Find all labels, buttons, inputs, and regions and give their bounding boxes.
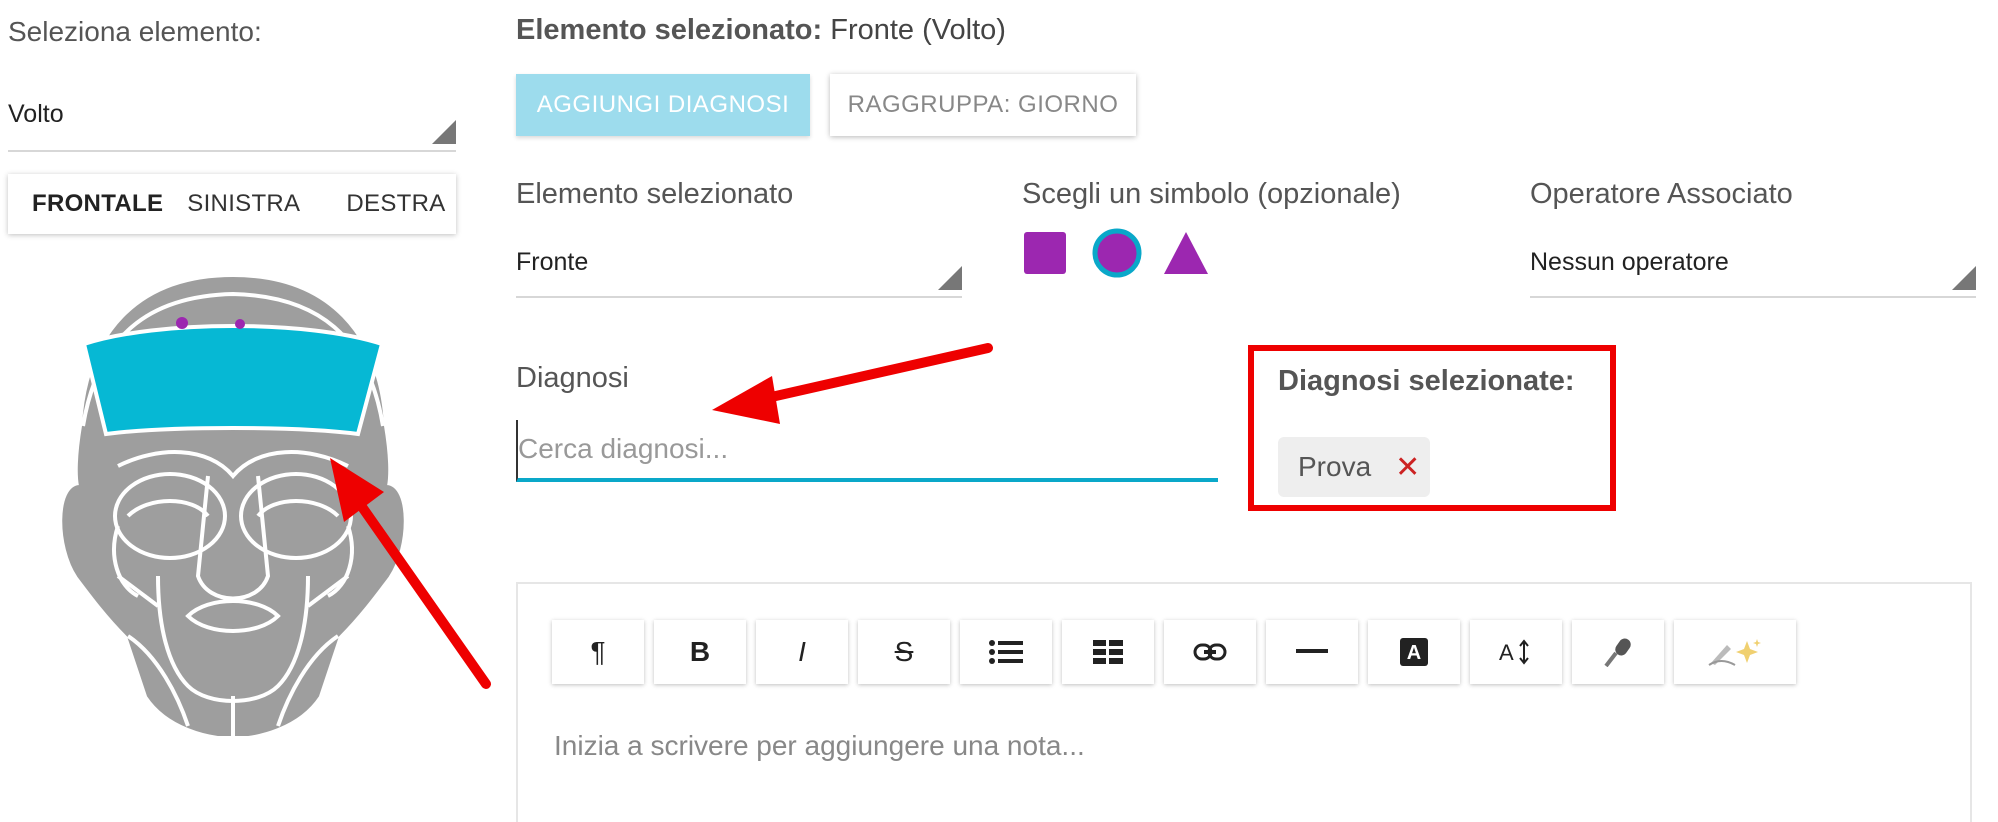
remove-chip-icon[interactable]: ✕ [1395,450,1420,485]
font-color-button[interactable]: A [1368,620,1460,684]
link-icon [1193,643,1227,661]
element-select-value: Volto [8,100,64,128]
view-tabs: FRONTALE SINISTRA DESTRA [8,174,456,234]
square-symbol-icon[interactable] [1022,230,1068,276]
font-color-icon: A [1400,638,1428,666]
arrow-head-search [712,376,780,424]
element-field-label: Elemento selezionato [516,178,794,210]
symbol-label: Scegli un simbolo (opzionale) [1022,178,1401,210]
paragraph-button[interactable]: ¶ [552,620,644,684]
selected-diagnoses-panel: Diagnosi selezionate: Prova ✕ [1248,345,1616,511]
svg-text:A: A [1407,642,1421,664]
operator-select[interactable]: Nessun operatore [1530,248,1976,298]
selected-element-header: Elemento selezionato: Fronte (Volto) [516,14,1006,47]
forehead-marker [176,317,188,329]
horizontal-rule-button[interactable] [1266,620,1358,684]
element-field-select[interactable]: Fronte [516,248,962,298]
note-placeholder[interactable]: Inizia a scrivere per aggiungere una not… [554,730,1085,762]
dropdown-arrow-icon [432,120,456,144]
note-editor: ¶ B I S A A Inizia a scrivere per aggiun… [516,582,1972,822]
bulleted-list-button[interactable] [960,620,1052,684]
add-diagnosis-button[interactable]: AGGIUNGI DIAGNOSI [516,74,810,136]
circle-symbol-icon[interactable] [1092,228,1142,278]
italic-icon: I [798,636,806,667]
selected-prefix: Elemento selezionato: [516,14,823,46]
triangle-symbol-icon[interactable] [1162,230,1210,276]
arrow-to-search-input [753,343,993,405]
diagnosi-label: Diagnosi [516,362,629,394]
paragraph-icon: ¶ [590,636,606,667]
selected-diagnoses-title: Diagnosi selezionate: [1278,365,1575,397]
marker-layer [176,317,188,329]
ai-writing-button[interactable] [1674,620,1796,684]
strikethrough-button[interactable]: S [858,620,950,684]
ai-writing-icon [1708,639,1761,666]
bold-icon: B [689,636,711,667]
horizontal-rule-icon [1296,649,1328,653]
diagnosis-chip-label: Prova [1298,451,1372,482]
select-element-label: Seleziona elemento: [8,16,262,47]
element-field-value: Fronte [516,248,589,276]
tab-destra[interactable]: DESTRA [334,190,457,218]
microphone-icon [1604,638,1631,667]
table-button[interactable] [1062,620,1154,684]
selected-value: Fronte (Volto) [830,14,1006,46]
microphone-button[interactable] [1572,620,1664,684]
bold-button[interactable]: B [654,620,746,684]
text-size-icon: A [1499,639,1529,665]
text-size-button[interactable]: A [1470,620,1562,684]
group-by-day-button[interactable]: RAGGRUPPA: GIORNO [830,74,1136,136]
tab-frontale[interactable]: FRONTALE [20,190,175,218]
element-select[interactable]: Volto [8,100,456,152]
dropdown-arrow-icon [938,266,962,290]
svg-text:A: A [1499,640,1514,665]
italic-button[interactable]: I [756,620,848,684]
link-button[interactable] [1164,620,1256,684]
diagnosis-chip: Prova ✕ [1278,437,1430,497]
bulleted-list-icon [989,640,1023,664]
tab-sinistra[interactable]: SINISTRA [175,190,312,218]
table-icon [1093,640,1123,664]
operator-label: Operatore Associato [1530,178,1793,210]
operator-value: Nessun operatore [1530,248,1729,276]
diagnosis-search-input[interactable] [516,420,1218,482]
strikethrough-icon: S [894,636,914,667]
dropdown-arrow-icon [1952,266,1976,290]
